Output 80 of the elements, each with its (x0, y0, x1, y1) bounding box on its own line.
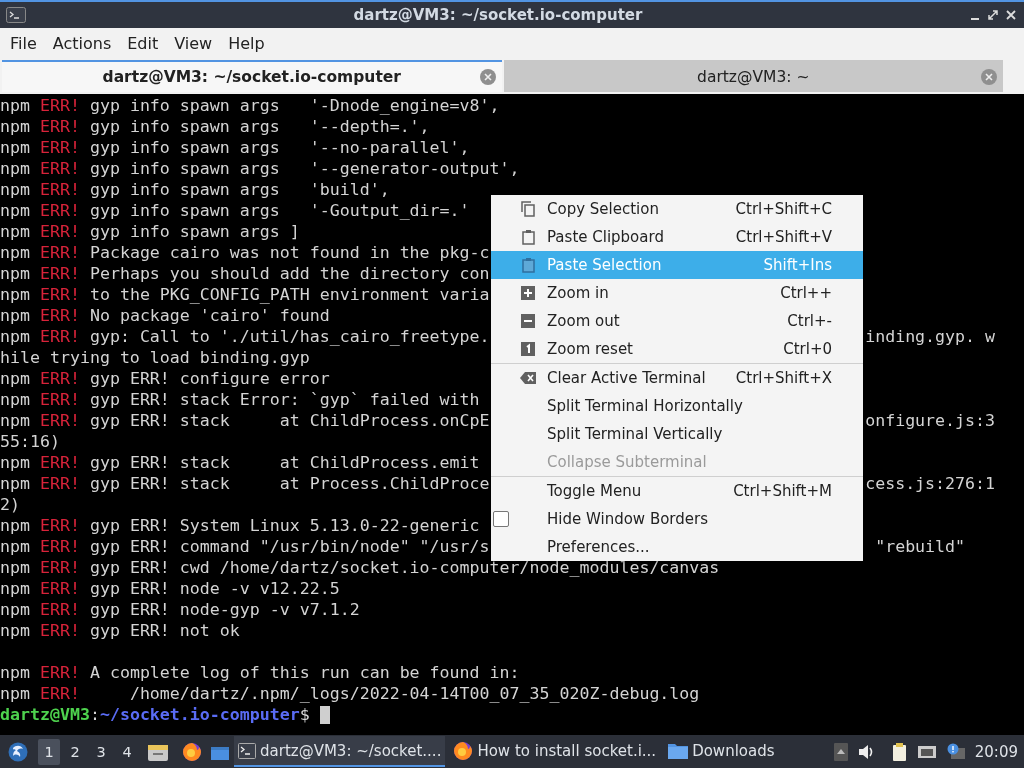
terminal-line: npm ERR! Package cairo was not found in the pkg-c (0, 242, 490, 263)
menu-item[interactable]: Copy Selection Ctrl+Shift+C (491, 195, 863, 223)
terminal-line: npm ERR! to the PKG_CONFIG_PATH environment varia (0, 284, 490, 305)
terminal-line: npm ERR! gyp info spawn args 'build', (0, 179, 390, 200)
terminal-line: inding.gyp. w (865, 326, 996, 347)
terminal-icon (238, 742, 256, 759)
menu-item[interactable]: File (2, 29, 45, 57)
zoom-reset-icon (521, 342, 535, 356)
menu-item[interactable]: Split Terminal Vertically (491, 420, 863, 448)
text-cursor (319, 705, 330, 724)
browser-icon (453, 740, 474, 761)
menu-item[interactable]: Help (220, 29, 273, 57)
zoom-out-icon (521, 314, 535, 328)
terminal-line: npm ERR! gyp: Call to './util/has_cairo_freetype. (0, 326, 490, 347)
workspace-button[interactable]: 1 (38, 738, 60, 765)
window-title: dartz@VM3: ~/socket.io-computer (352, 6, 644, 24)
taskbar-button[interactable]: How to install socket.i... (449, 736, 661, 767)
menu-item[interactable]: Edit (119, 29, 167, 57)
terminal-line: npm ERR! gyp ERR! System Linux 5.13.0-22-generic (0, 515, 480, 536)
notification-icon[interactable] (946, 742, 965, 761)
terminal-line: npm ERR! gyp ERR! stack Error: `gyp` failed with (0, 389, 480, 410)
terminal-line: npm ERR! gyp info spawn args '--generator-output', (0, 158, 520, 179)
terminal-line: "rebuild" (874, 536, 966, 557)
maximize-icon[interactable] (988, 10, 998, 20)
menu-item[interactable]: Clear Active Terminal Ctrl+Shift+X (491, 364, 863, 392)
menu-item[interactable]: Zoom reset Ctrl+0 (491, 335, 863, 363)
menu-item[interactable]: Toggle Menu Ctrl+Shift+M (491, 477, 863, 505)
clipboard-icon (521, 257, 535, 273)
speaker-icon[interactable] (857, 742, 874, 761)
zoom-in-icon (521, 286, 535, 300)
menu-item[interactable]: Actions (44, 29, 120, 57)
clipboard-icon[interactable] (891, 742, 907, 761)
terminal-line: npm ERR! gyp ERR! node-gyp -v v7.1.2 (0, 599, 360, 620)
terminal-line: npm ERR! gyp ERR! node -v v12.22.5 (0, 578, 340, 599)
terminal-line: npm ERR! gyp info spawn args '-Goutput_dir=.' (0, 200, 470, 221)
close-icon[interactable] (1006, 10, 1016, 20)
terminal-line: npm ERR! gyp ERR! configure error (0, 368, 330, 389)
clock: 20:09 (974, 742, 1018, 761)
folder-icon (668, 742, 689, 759)
browser-icon[interactable] (182, 741, 202, 762)
taskbar-button[interactable]: dartz@VM3: ~/socket.... (234, 736, 446, 767)
workspace-button[interactable]: 3 (90, 738, 112, 765)
clipboard-icon (521, 229, 535, 245)
terminal-line: npm ERR! gyp ERR! stack at ChildProcess.onCpE (0, 410, 490, 431)
menu-item[interactable]: Hide Window Borders (491, 505, 863, 533)
terminal-line: npm ERR! gyp ERR! stack at Process.ChildProce (0, 473, 490, 494)
workspace-button[interactable]: 2 (64, 738, 86, 765)
terminal-line: 2) (0, 494, 20, 515)
arrow-up-icon[interactable] (833, 742, 848, 761)
terminal-line: npm ERR! No package 'cairo' found (0, 305, 330, 326)
terminal-line: 55:16) (0, 431, 60, 452)
taskbar-button[interactable]: Downloads (664, 736, 779, 767)
start-menu-icon[interactable] (8, 741, 28, 762)
menu-item[interactable]: Split Terminal Horizontally (491, 392, 863, 420)
terminal-line: hile trying to load binding.gyp (0, 347, 310, 368)
terminal-line: npm ERR! A complete log of this run can be found in: (0, 662, 520, 683)
terminal-line: npm ERR! gyp info spawn args '-Dnode_engine=v8', (0, 95, 500, 116)
terminal-line: npm ERR! gyp ERR! not ok (0, 620, 240, 641)
workspace-button[interactable]: 4 (116, 738, 138, 765)
menu-item[interactable]: Zoom out Ctrl+- (491, 307, 863, 335)
terminal-icon (6, 7, 26, 23)
checkbox[interactable] (493, 511, 509, 527)
terminal-line: npm ERR! gyp info spawn args ] (0, 221, 300, 242)
terminal-line: cess.js:276:1 (865, 473, 996, 494)
tab[interactable]: dartz@VM3: ~ (503, 60, 1003, 92)
copy-icon (521, 201, 535, 217)
terminal-line: npm ERR! gyp info spawn args '--no-parallel', (0, 137, 470, 158)
menu-item[interactable]: Zoom in Ctrl++ (491, 279, 863, 307)
tab[interactable]: dartz@VM3: ~/socket.io-computer (2, 60, 502, 92)
terminal-line: onfigure.js:3 (865, 410, 996, 431)
terminal-line: npm ERR! gyp ERR! command "/usr/bin/node" "/usr/s (0, 536, 490, 557)
terminal-line: npm ERR! gyp info spawn args '--depth=.', (0, 116, 430, 137)
file-cabinet-icon[interactable] (148, 742, 168, 761)
menu-item[interactable]: Paste Clipboard Ctrl+Shift+V (491, 223, 863, 251)
terminal-line: npm ERR! Perhaps you should add the directory con (0, 263, 490, 284)
terminal-line: npm ERR! gyp ERR! stack at ChildProcess.emit (0, 452, 480, 473)
menu-item[interactable]: View (166, 29, 221, 57)
clear-icon (520, 371, 536, 385)
terminal-prompt: dartz@VM3:~/socket.io-computer$ (0, 704, 310, 725)
terminal-line: npm ERR! /home/dartz/.npm/_logs/2022-04-14T00_07_35_020Z-debug.log (0, 683, 700, 704)
